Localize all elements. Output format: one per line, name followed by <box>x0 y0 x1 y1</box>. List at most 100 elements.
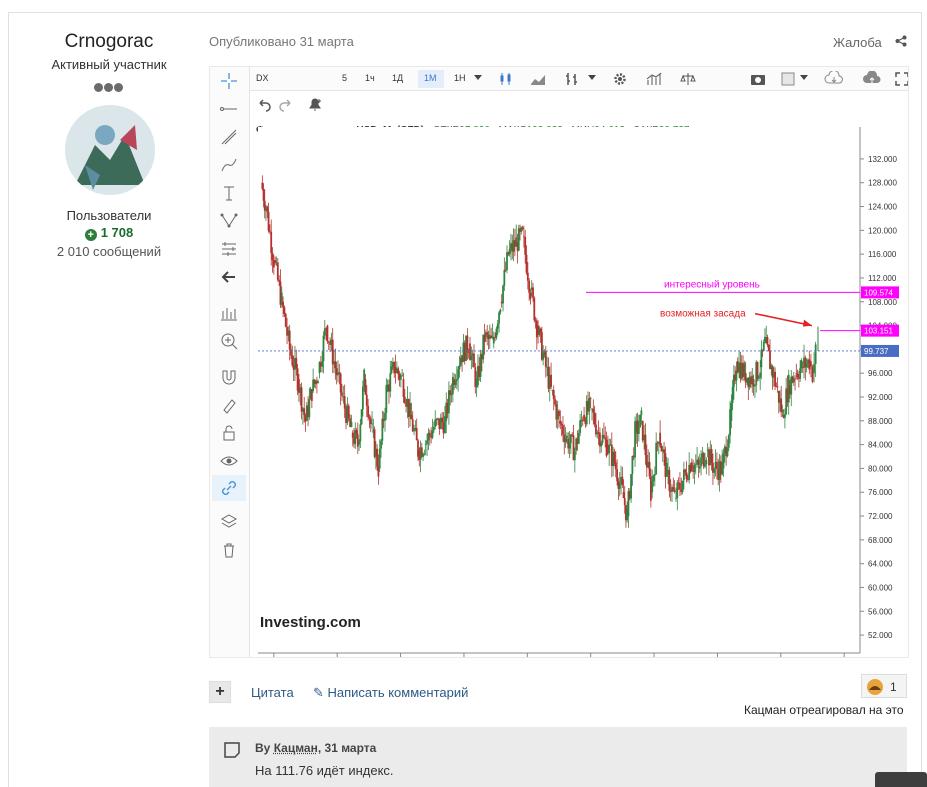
candle-body <box>805 363 808 368</box>
candle-body <box>300 387 303 412</box>
interval-1h[interactable]: 1ч <box>365 73 375 83</box>
comment-date[interactable]: 31 марта <box>325 741 377 755</box>
area-chart-icon[interactable] <box>530 71 546 87</box>
indicators-icon[interactable] <box>646 71 662 87</box>
candles-icon[interactable] <box>498 71 514 87</box>
candle-body <box>356 434 359 447</box>
symbol-label[interactable]: DX <box>256 73 269 83</box>
zoom-icon[interactable] <box>219 331 239 351</box>
candle-body <box>368 417 371 419</box>
candle-body <box>470 355 473 361</box>
color-box-icon[interactable] <box>780 71 796 87</box>
candle-body <box>693 465 696 472</box>
candle-body <box>621 476 624 485</box>
reactions-summary[interactable]: 1 <box>861 674 907 698</box>
interval-1d[interactable]: 1Д <box>392 73 403 83</box>
candle-body <box>291 355 294 366</box>
candle-body <box>415 427 418 441</box>
reaction-text[interactable]: Кацман отреагировал на это <box>744 703 904 717</box>
fullscreen-icon[interactable] <box>894 71 909 87</box>
share-icon[interactable] <box>895 35 907 47</box>
trend-line-icon[interactable] <box>219 99 239 119</box>
author-title: Активный участник <box>51 57 167 72</box>
interval-5[interactable]: 5 <box>342 73 347 83</box>
forum-post: Crnogorac Активный участник Пользователи… <box>8 12 922 787</box>
scroll-top-button[interactable] <box>875 772 927 787</box>
eye-icon[interactable] <box>219 451 239 471</box>
candle-body <box>655 442 658 475</box>
trash-icon[interactable] <box>219 540 239 560</box>
candle-body <box>334 361 337 369</box>
compare-icon[interactable] <box>680 71 696 87</box>
brush-icon[interactable] <box>219 155 239 175</box>
magnet-icon[interactable] <box>219 367 239 387</box>
candle-body <box>592 408 595 413</box>
candle-body <box>432 426 435 431</box>
lock-drawing-icon[interactable] <box>219 395 239 415</box>
author-posts: 2 010 сообщений <box>56 244 162 259</box>
candle-body <box>795 373 798 374</box>
report-link[interactable]: Жалоба <box>833 35 882 50</box>
candle-body <box>503 269 506 286</box>
candle-body <box>389 373 392 392</box>
multiquote-plus-button[interactable]: + <box>209 681 231 703</box>
fib-tool-icon[interactable] <box>219 127 239 147</box>
drawing-toolbar <box>210 67 250 657</box>
comment-by: By <box>255 741 271 755</box>
write-comment-link[interactable]: ✎ Написать комментарий <box>313 685 468 701</box>
candle-body <box>457 369 460 380</box>
bars-icon[interactable] <box>564 71 580 87</box>
candle-body <box>454 380 457 385</box>
avatar[interactable] <box>65 105 155 195</box>
candle-body <box>652 475 655 482</box>
camera-icon[interactable] <box>750 71 766 87</box>
cloud-upload-icon[interactable] <box>862 71 882 87</box>
crosshair-icon[interactable] <box>219 71 239 91</box>
candle-body <box>559 420 562 424</box>
measure-icon[interactable] <box>219 303 239 323</box>
candle-body <box>403 396 406 403</box>
lock-icon[interactable] <box>219 423 239 443</box>
candle-body <box>402 379 405 397</box>
arrow-back-icon[interactable] <box>219 267 239 287</box>
interval-1m[interactable]: 1М <box>424 73 437 83</box>
undo-toolbar <box>250 91 908 117</box>
comment-author[interactable]: Кацман <box>274 741 318 755</box>
candle-body <box>358 441 360 445</box>
settings-icon[interactable] <box>612 71 628 87</box>
y-tick-label: 88.000 <box>868 417 893 426</box>
link-icon[interactable] <box>219 478 239 498</box>
cloud-download-icon[interactable] <box>824 71 844 87</box>
candle-body <box>380 440 382 449</box>
redo-icon[interactable] <box>278 96 294 112</box>
candle-body <box>524 236 527 255</box>
candle-body <box>796 373 799 378</box>
candle-body <box>560 423 563 426</box>
quote-link[interactable]: Цитата <box>251 685 294 700</box>
pattern-icon[interactable] <box>219 211 239 231</box>
candle-body <box>762 341 765 351</box>
pencil-icon: ✎ <box>313 685 328 700</box>
chevron-down-icon[interactable] <box>588 75 596 81</box>
undo-icon[interactable] <box>256 96 272 112</box>
candle-body <box>290 349 292 356</box>
candle-body <box>731 386 734 403</box>
candle-body <box>757 377 760 379</box>
candle-body <box>600 442 603 447</box>
chevron-down-icon[interactable] <box>474 75 482 81</box>
y-tick-label: 68.000 <box>868 536 893 545</box>
author-name[interactable]: Crnogorac <box>9 31 209 53</box>
alert-bell-icon[interactable] <box>306 96 324 112</box>
candle-body <box>525 254 528 273</box>
candle-body <box>338 372 341 374</box>
ruler-icon[interactable] <box>219 239 239 259</box>
layers-icon[interactable] <box>219 512 239 532</box>
chevron-down-icon[interactable] <box>800 75 808 81</box>
write-comment-label: Написать комментарий <box>327 685 469 700</box>
interval-1w[interactable]: 1Н <box>454 73 466 83</box>
post-date[interactable]: Опубликовано 31 марта <box>209 34 354 49</box>
candle-body <box>411 419 414 432</box>
text-icon[interactable] <box>219 183 239 203</box>
chart-plot-area[interactable]: Фьючерс на индекс USD, M, (CFD) ОТКР97.8… <box>250 117 908 657</box>
plot-background <box>258 127 860 647</box>
